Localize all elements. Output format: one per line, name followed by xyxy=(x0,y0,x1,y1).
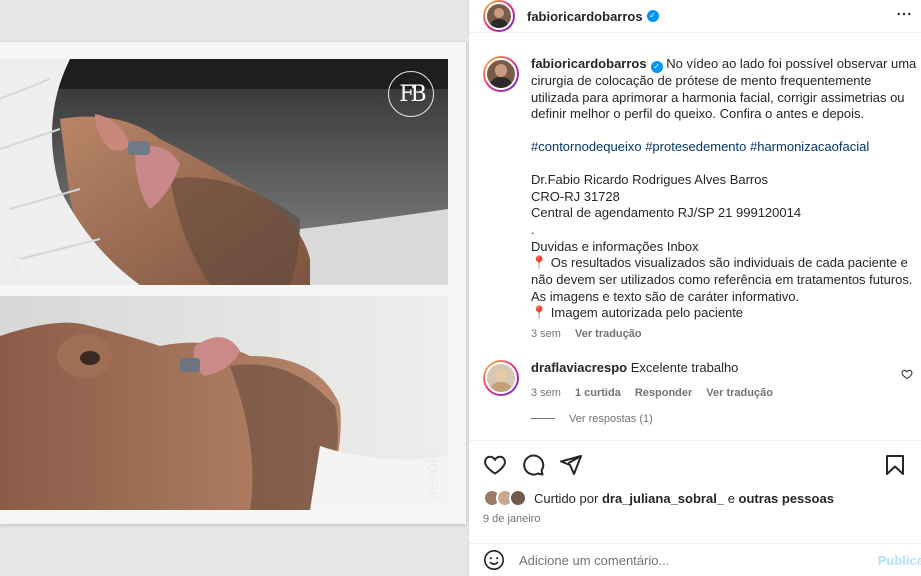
before-label: ANTES xyxy=(9,227,23,273)
comment-reply-button[interactable]: Responder xyxy=(635,387,692,399)
emoji-icon[interactable] xyxy=(483,549,505,571)
caption-dot: . xyxy=(531,221,535,237)
caption-time[interactable]: 3 sem xyxy=(531,328,561,340)
author-username[interactable]: fabioricardobarros xyxy=(527,9,643,24)
liked-by-and: e xyxy=(727,490,735,506)
post-header: fabioricardobarros ✓ xyxy=(469,0,921,33)
caption-schedule: Central de agendamento RJ/SP 21 99912001… xyxy=(531,205,802,221)
caption-inbox: Duvidas e informações Inbox xyxy=(531,238,699,254)
liked-by: Curtido por dra_juliana_sobral_ e outras… xyxy=(483,489,907,507)
post-actions: Curtido por dra_juliana_sobral_ e outras… xyxy=(469,440,921,525)
post-media: FB ANTES DEPOIS xyxy=(0,0,468,576)
after-photo: DEPOIS xyxy=(0,296,448,510)
like-heart-icon[interactable] xyxy=(483,453,507,477)
caption-doctor-name: Dr.Fabio Ricardo Rodrigues Alves Barros xyxy=(531,171,768,187)
after-label: DEPOIS xyxy=(426,448,440,500)
brand-logo: FB xyxy=(388,71,434,117)
comment-text: Excelente trabalho xyxy=(630,360,739,376)
commenter-avatar[interactable] xyxy=(483,360,519,397)
comment-translate-link[interactable]: Ver tradução xyxy=(706,387,773,399)
post-side-panel: fabioricardobarros ✓ fabioricardobarros ✓… xyxy=(468,0,921,576)
replies-line xyxy=(531,418,555,420)
add-comment-input[interactable]: Adicione um comentário... xyxy=(519,553,669,568)
before-photo-image xyxy=(0,59,448,285)
publish-button[interactable]: Publicar xyxy=(878,553,921,568)
liked-by-avatars[interactable] xyxy=(483,489,527,507)
bookmark-icon[interactable] xyxy=(883,453,907,477)
liked-by-user[interactable]: dra_juliana_sobral_ xyxy=(602,491,724,506)
caption-author-avatar[interactable] xyxy=(483,56,519,92)
post-date[interactable]: 9 de janeiro xyxy=(483,513,907,525)
caption-meta: 3 sem Ver tradução xyxy=(531,328,919,340)
comment-time[interactable]: 3 sem xyxy=(531,387,561,399)
liked-by-prefix: Curtido por xyxy=(534,490,599,506)
verified-badge-icon: ✓ xyxy=(646,10,659,22)
caption-disclaimer: 📍 Os resultados visualizados são individ… xyxy=(531,255,913,304)
comment-like-heart-icon[interactable] xyxy=(901,368,913,380)
comment-meta: 3 sem 1 curtida Responder Ver tradução xyxy=(531,387,901,399)
liked-by-others[interactable]: outras pessoas xyxy=(739,491,834,506)
add-comment-bar: Adicione um comentário... Publicar xyxy=(469,543,921,576)
view-replies[interactable]: Ver respostas (1) xyxy=(531,413,907,425)
author-avatar[interactable] xyxy=(483,0,515,32)
comment-likes[interactable]: 1 curtida xyxy=(575,387,621,399)
caption-username[interactable]: fabioricardobarros xyxy=(531,56,647,71)
more-options-icon[interactable] xyxy=(895,5,913,28)
after-photo-image xyxy=(0,296,448,510)
before-photo: FB ANTES xyxy=(0,59,448,285)
caption-hashtags[interactable]: #contornodequeixo #protesedemento #harmo… xyxy=(531,139,919,156)
comment-item: draflaviacrespo Excelente trabalho 3 sem… xyxy=(483,360,913,399)
share-send-icon[interactable] xyxy=(559,453,583,477)
caption-cro: CRO-RJ 31728 xyxy=(531,188,620,204)
commenter-username[interactable]: draflaviacrespo xyxy=(531,360,627,375)
comments-scroll-area[interactable]: fabioricardobarros ✓ No vídeo ao lado foi… xyxy=(469,44,921,440)
caption-translate-link[interactable]: Ver tradução xyxy=(575,328,642,340)
verified-badge-icon: ✓ xyxy=(650,61,663,73)
liker-avatar xyxy=(509,489,527,507)
caption: fabioricardobarros ✓ No vídeo ao lado foi… xyxy=(483,56,916,340)
caption-authorized: 📍 Imagem autorizada pelo paciente xyxy=(531,305,744,321)
comment-bubble-icon[interactable] xyxy=(521,453,545,477)
before-after-card: FB ANTES DEPOIS xyxy=(0,42,466,524)
view-replies-label[interactable]: Ver respostas (1) xyxy=(569,413,653,425)
